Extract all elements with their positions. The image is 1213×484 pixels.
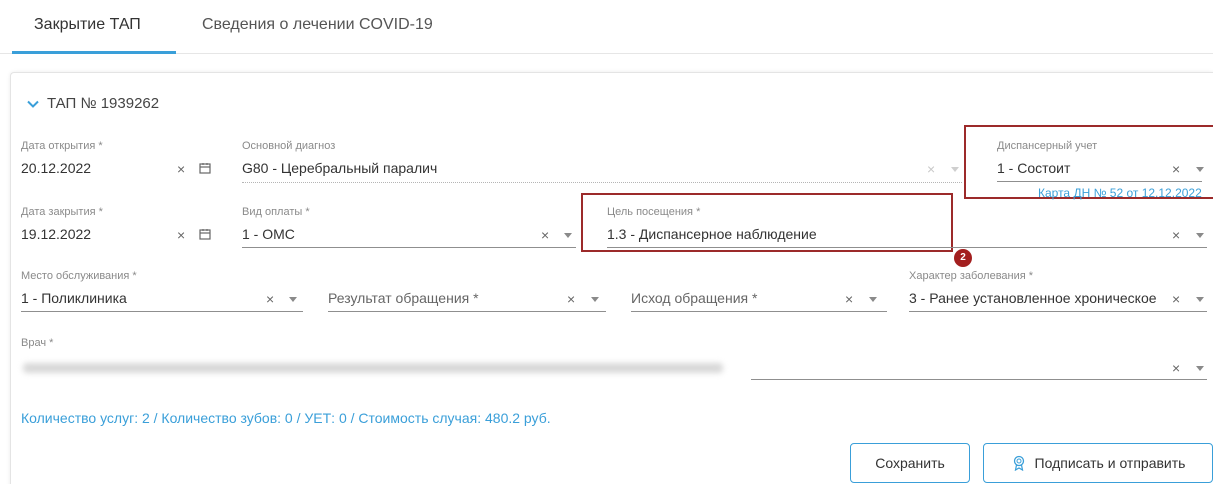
clear-icon[interactable]: × xyxy=(177,228,185,242)
chevron-down-icon[interactable] xyxy=(1196,297,1204,302)
dispensary-label: Диспансерный учет xyxy=(997,140,1098,152)
card-header[interactable]: ТАП № 1939262 xyxy=(25,95,159,112)
case-summary: Количество услуг: 2 / Количество зубов: … xyxy=(21,410,551,426)
request-result-select[interactable]: Результат обращения * xyxy=(328,290,479,306)
calendar-icon[interactable] xyxy=(199,228,211,240)
close-date-input[interactable]: 19.12.2022 xyxy=(21,226,91,242)
clear-icon[interactable]: × xyxy=(541,228,549,242)
disease-character-underline xyxy=(909,311,1207,312)
dispensary-card-link[interactable]: Карта ДН № 52 от 12.12.2022 xyxy=(1038,186,1202,200)
disease-character-label: Характер заболевания * xyxy=(909,270,1034,282)
chevron-down-icon[interactable] xyxy=(1196,167,1204,172)
sign-and-send-label: Подписать и отправить xyxy=(1034,455,1186,471)
open-date-label: Дата открытия * xyxy=(21,140,103,152)
clear-icon[interactable]: × xyxy=(1172,292,1180,306)
clear-icon[interactable]: × xyxy=(266,292,274,306)
sign-and-send-button[interactable]: Подписать и отправить xyxy=(983,443,1213,483)
step-badge-2: 2 xyxy=(954,249,972,267)
save-button[interactable]: Сохранить xyxy=(850,443,970,483)
doctor-underline xyxy=(751,379,1207,380)
diagnosis-underline xyxy=(242,182,962,183)
request-result-underline xyxy=(328,311,606,312)
active-tab-indicator xyxy=(12,51,176,54)
request-outcome-select[interactable]: Исход обращения * xyxy=(631,290,757,306)
open-date-input[interactable]: 20.12.2022 xyxy=(21,160,91,176)
doctor-value-redacted[interactable] xyxy=(23,363,723,373)
clear-icon[interactable]: × xyxy=(1172,228,1180,242)
clear-icon[interactable]: × xyxy=(845,292,853,306)
chevron-down-icon[interactable] xyxy=(591,297,599,302)
dispensary-select[interactable]: 1 - Состоит xyxy=(997,160,1070,176)
tab-bar: Закрытие ТАП Сведения о лечении COVID-19 xyxy=(0,0,1213,54)
clear-icon[interactable]: × xyxy=(1172,361,1180,375)
chevron-down-icon[interactable] xyxy=(869,297,877,302)
chevron-down-icon xyxy=(951,167,959,172)
visit-purpose-underline xyxy=(607,247,1207,248)
disease-character-select[interactable]: 3 - Ранее установленное хроническое xyxy=(909,290,1169,306)
tab-covid-treatment[interactable]: Сведения о лечении COVID-19 xyxy=(202,16,433,34)
clear-icon[interactable]: × xyxy=(567,292,575,306)
close-date-label: Дата закрытия * xyxy=(21,206,103,218)
chevron-down-icon[interactable] xyxy=(1196,233,1204,238)
main-diagnosis-value: G80 - Церебральный паралич xyxy=(242,160,438,176)
calendar-icon[interactable] xyxy=(199,162,211,174)
doctor-label: Врач * xyxy=(21,337,54,349)
payment-underline xyxy=(242,247,576,248)
clear-icon[interactable]: × xyxy=(177,162,185,176)
service-place-label: Место обслуживания * xyxy=(21,270,137,282)
dispensary-underline xyxy=(997,181,1202,182)
certificate-icon xyxy=(1013,455,1024,471)
payment-type-label: Вид оплаты * xyxy=(242,206,310,218)
tab-close-tap[interactable]: Закрытие ТАП xyxy=(34,16,141,34)
chevron-down-icon[interactable] xyxy=(1196,366,1204,371)
clear-icon[interactable]: × xyxy=(1172,162,1180,176)
main-diagnosis-label: Основной диагноз xyxy=(242,140,336,152)
service-place-underline xyxy=(21,311,303,312)
chevron-down-icon xyxy=(27,100,39,108)
card-title: ТАП № 1939262 xyxy=(47,95,160,112)
chevron-down-icon[interactable] xyxy=(289,297,297,302)
clear-icon: × xyxy=(927,161,936,177)
service-place-select[interactable]: 1 - Поликлиника xyxy=(21,290,127,306)
tap-card: ТАП № 1939262 Дата открытия * 20.12.2022… xyxy=(10,72,1213,484)
visit-purpose-select[interactable]: 1.3 - Диспансерное наблюдение xyxy=(607,226,817,242)
visit-purpose-highlight xyxy=(581,193,953,252)
visit-purpose-label: Цель посещения * xyxy=(607,206,701,218)
payment-type-select[interactable]: 1 - ОМС xyxy=(242,226,295,242)
request-outcome-underline xyxy=(631,311,887,312)
chevron-down-icon[interactable] xyxy=(564,233,572,238)
